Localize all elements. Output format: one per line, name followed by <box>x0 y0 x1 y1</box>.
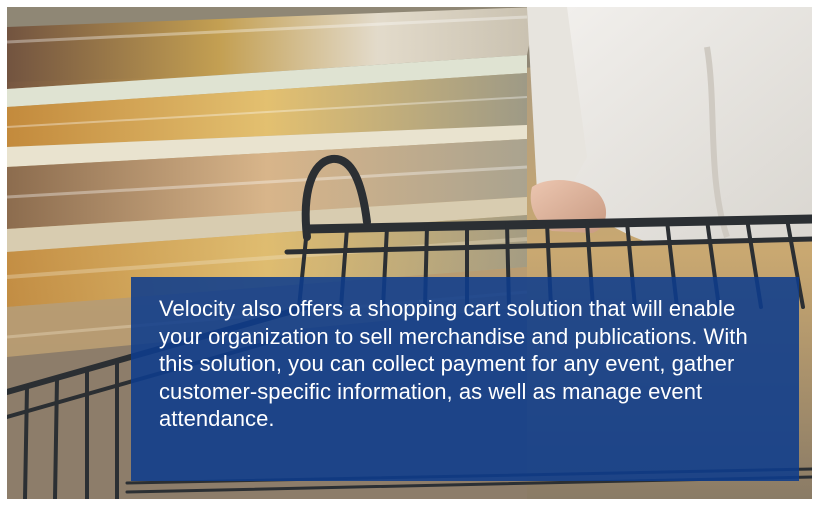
caption-text: Velocity also offers a shopping cart sol… <box>159 296 748 431</box>
caption-panel: Velocity also offers a shopping cart sol… <box>131 277 799 481</box>
photo-frame: Velocity also offers a shopping cart sol… <box>7 7 812 499</box>
